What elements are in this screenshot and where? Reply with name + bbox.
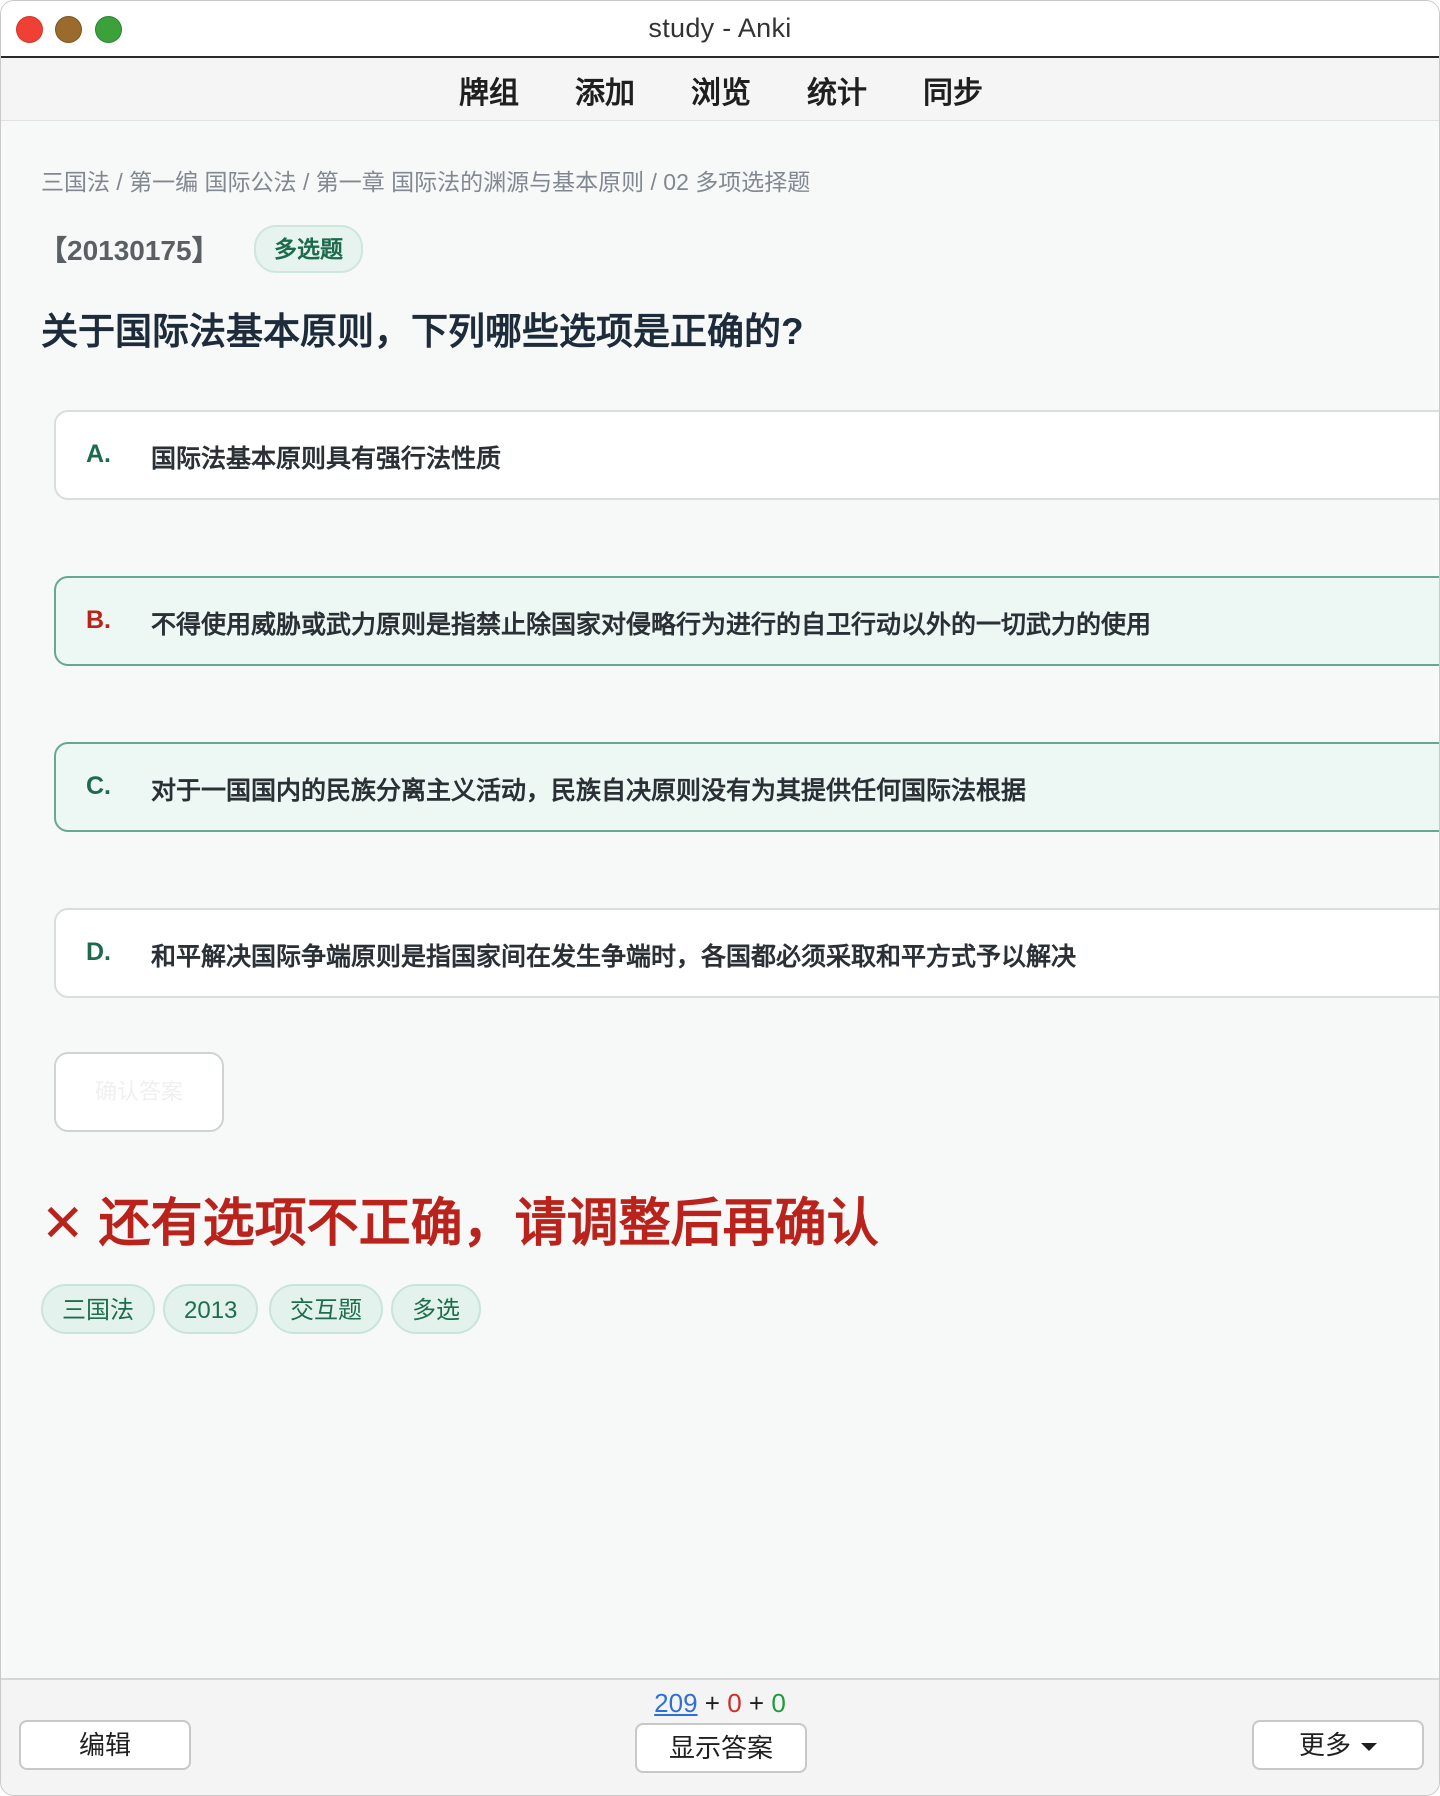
toolbar-stats[interactable]: 统计: [807, 68, 867, 112]
question-text: 关于国际法基本原则，下列哪些选项是正确的?: [41, 311, 804, 352]
option-d[interactable]: D. 和平解决国际争端原则是指国家间在发生争端时，各国都必须采取和平方式予以解决: [54, 908, 1439, 998]
option-letter: B.: [86, 606, 111, 634]
more-button[interactable]: 更多: [1252, 1720, 1424, 1770]
toolbar-sync[interactable]: 同步: [923, 68, 983, 112]
option-text: 和平解决国际争端原则是指国家间在发生争端时，各国都必须采取和平方式予以解决: [151, 943, 1077, 971]
option-text: 不得使用威胁或武力原则是指禁止除国家对侵略行为进行的自卫行动以外的一切武力的使用: [151, 611, 1152, 639]
anki-window: study - Anki 牌组 添加 浏览 统计 同步 三国法 / 第一编 国际…: [0, 0, 1440, 1796]
card-content: 三国法 / 第一编 国际公法 / 第一章 国际法的渊源与基本原则 / 02 多项…: [1, 121, 1439, 1676]
toolbar-browse[interactable]: 浏览: [691, 68, 751, 112]
due-counts: 209 + 0 + 0: [654, 1688, 786, 1718]
title-bar: study - Anki: [1, 1, 1439, 58]
option-text: 国际法基本原则具有强行法性质: [151, 445, 502, 473]
top-toolbar: 牌组 添加 浏览 统计 同步: [1, 58, 1439, 121]
option-c[interactable]: C. 对于一国国内的民族分离主义活动，民族自决原则没有为其提供任何国际法根据: [54, 742, 1439, 832]
review-count: 0: [771, 1688, 786, 1718]
option-letter: A.: [86, 440, 111, 468]
question-type-badge: 多选题: [254, 225, 363, 273]
chevron-down-icon: [1361, 1743, 1377, 1752]
feedback-text: 还有选项不正确，请调整后再确认: [98, 1195, 879, 1253]
breadcrumb: 三国法 / 第一编 国际公法 / 第一章 国际法的渊源与基本原则 / 02 多项…: [41, 169, 811, 195]
bottom-bar: 209 + 0 + 0 编辑 显示答案 更多: [1, 1678, 1439, 1795]
feedback-message: ✕ 还有选项不正确，请调整后再确认: [41, 1181, 879, 1256]
tag-chip: 2013: [163, 1284, 259, 1334]
tag-chip: 交互题: [269, 1284, 383, 1334]
toolbar-decks[interactable]: 牌组: [459, 68, 519, 112]
edit-button[interactable]: 编辑: [19, 1720, 191, 1770]
option-b[interactable]: B. 不得使用威胁或武力原则是指禁止除国家对侵略行为进行的自卫行动以外的一切武力…: [54, 576, 1439, 666]
toolbar-add[interactable]: 添加: [575, 68, 635, 112]
window-title: study - Anki: [648, 13, 792, 43]
learn-count: 0: [727, 1688, 742, 1718]
tag-chip: 多选: [391, 1284, 481, 1334]
error-x-icon: ✕: [41, 1195, 85, 1253]
show-answer-button[interactable]: 显示答案: [635, 1723, 807, 1773]
more-label: 更多: [1298, 1730, 1351, 1760]
option-letter: C.: [86, 772, 111, 800]
tag-chip: 三国法: [41, 1284, 155, 1334]
confirm-answer-button[interactable]: 确认答案: [54, 1052, 224, 1132]
question-id: 【20130175】: [39, 235, 220, 266]
option-a[interactable]: A. 国际法基本原则具有强行法性质: [54, 410, 1439, 500]
new-count[interactable]: 209: [654, 1688, 697, 1718]
option-letter: D.: [86, 938, 111, 966]
option-text: 对于一国国内的民族分离主义活动，民族自决原则没有为其提供任何国际法根据: [151, 777, 1027, 805]
